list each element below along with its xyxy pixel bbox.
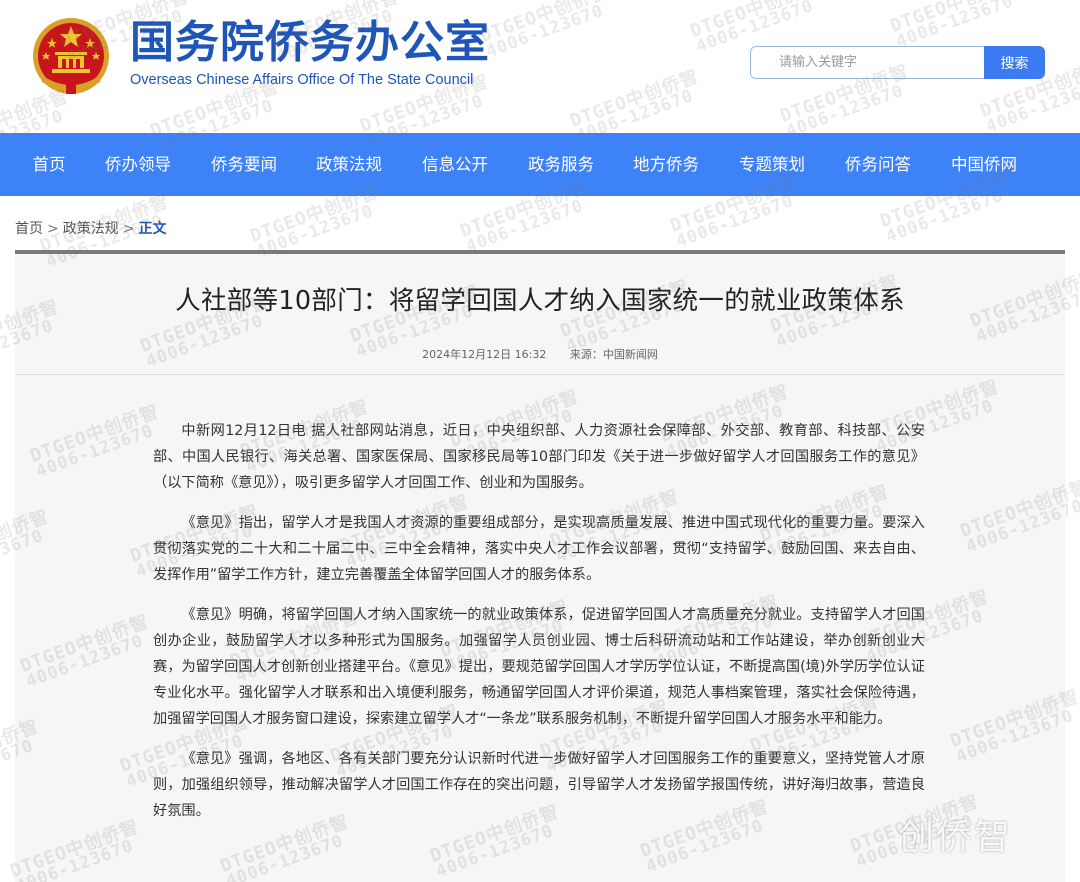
nav-item-services[interactable]: 政务服务	[520, 133, 602, 196]
article-meta: 2024年12月12日 16:32 来源：中国新闻网	[0, 346, 1080, 362]
article-body: 中新网12月12日电 据人社部网站消息，近日，中央组织部、人力资源社会保障部、外…	[153, 418, 925, 838]
article-paragraph: 《意见》明确，将留学回国人才纳入国家统一的就业政策体系，促进留学回国人才高质量充…	[153, 607, 925, 727]
nav-item-qa[interactable]: 侨务问答	[837, 133, 919, 196]
article-paragraph: 《意见》强调，各地区、各有关部门要充分认识新时代进一步做好留学人才回国服务工作的…	[153, 751, 925, 819]
nav-item-leaders[interactable]: 侨办领导	[97, 133, 179, 196]
nav-item-policy[interactable]: 政策法规	[308, 133, 390, 196]
divider	[15, 374, 1065, 375]
main-nav: 首页 侨办领导 侨务要闻 政策法规 信息公开 政务服务 地方侨务 专题策划 侨务…	[0, 133, 1080, 196]
nav-item-news[interactable]: 侨务要闻	[203, 133, 285, 196]
nav-item-home[interactable]: 首页	[22, 133, 76, 196]
nav-item-chinaqw[interactable]: 中国侨网	[943, 133, 1025, 196]
article-paragraph: 中新网12月12日电 据人社部网站消息，近日，中央组织部、人力资源社会保障部、外…	[153, 423, 925, 491]
search-input[interactable]	[750, 46, 984, 79]
article-date: 2024年12月12日 16:32	[422, 348, 547, 361]
breadcrumb-separator: >	[122, 221, 135, 237]
corner-watermark-logo: 创侨智	[898, 817, 1013, 858]
national-emblem-icon[interactable]	[28, 12, 114, 96]
search-button[interactable]: 搜索	[984, 46, 1045, 79]
nav-item-local[interactable]: 地方侨务	[625, 133, 707, 196]
breadcrumb-section[interactable]: 政策法规	[63, 221, 119, 237]
breadcrumb-separator: >	[47, 221, 59, 237]
site-header: 国务院侨务办公室 Overseas Chinese Affairs Office…	[0, 0, 1080, 133]
breadcrumb-current: 正文	[138, 221, 167, 237]
watermark-phone: 4006-123670	[463, 195, 587, 258]
watermark-phone: 4006-123670	[673, 190, 797, 253]
nav-item-topics[interactable]: 专题策划	[731, 133, 813, 196]
site-title[interactable]: 国务院侨务办公室	[130, 18, 490, 68]
article-source: 来源：中国新闻网	[569, 348, 658, 361]
nav-item-disclosure[interactable]: 信息公开	[414, 133, 496, 196]
article-title: 人社部等10部门：将留学回国人才纳入国家统一的就业政策体系	[175, 286, 905, 316]
breadcrumb: 首页 > 政策法规 > 正文	[15, 218, 166, 238]
article-paragraph: 《意见》指出，留学人才是我国人才资源的重要组成部分，是实现高质量发展、推进中国式…	[153, 515, 925, 583]
site-subtitle: Overseas Chinese Affairs Office Of The S…	[130, 72, 474, 88]
breadcrumb-home[interactable]: 首页	[15, 221, 43, 237]
